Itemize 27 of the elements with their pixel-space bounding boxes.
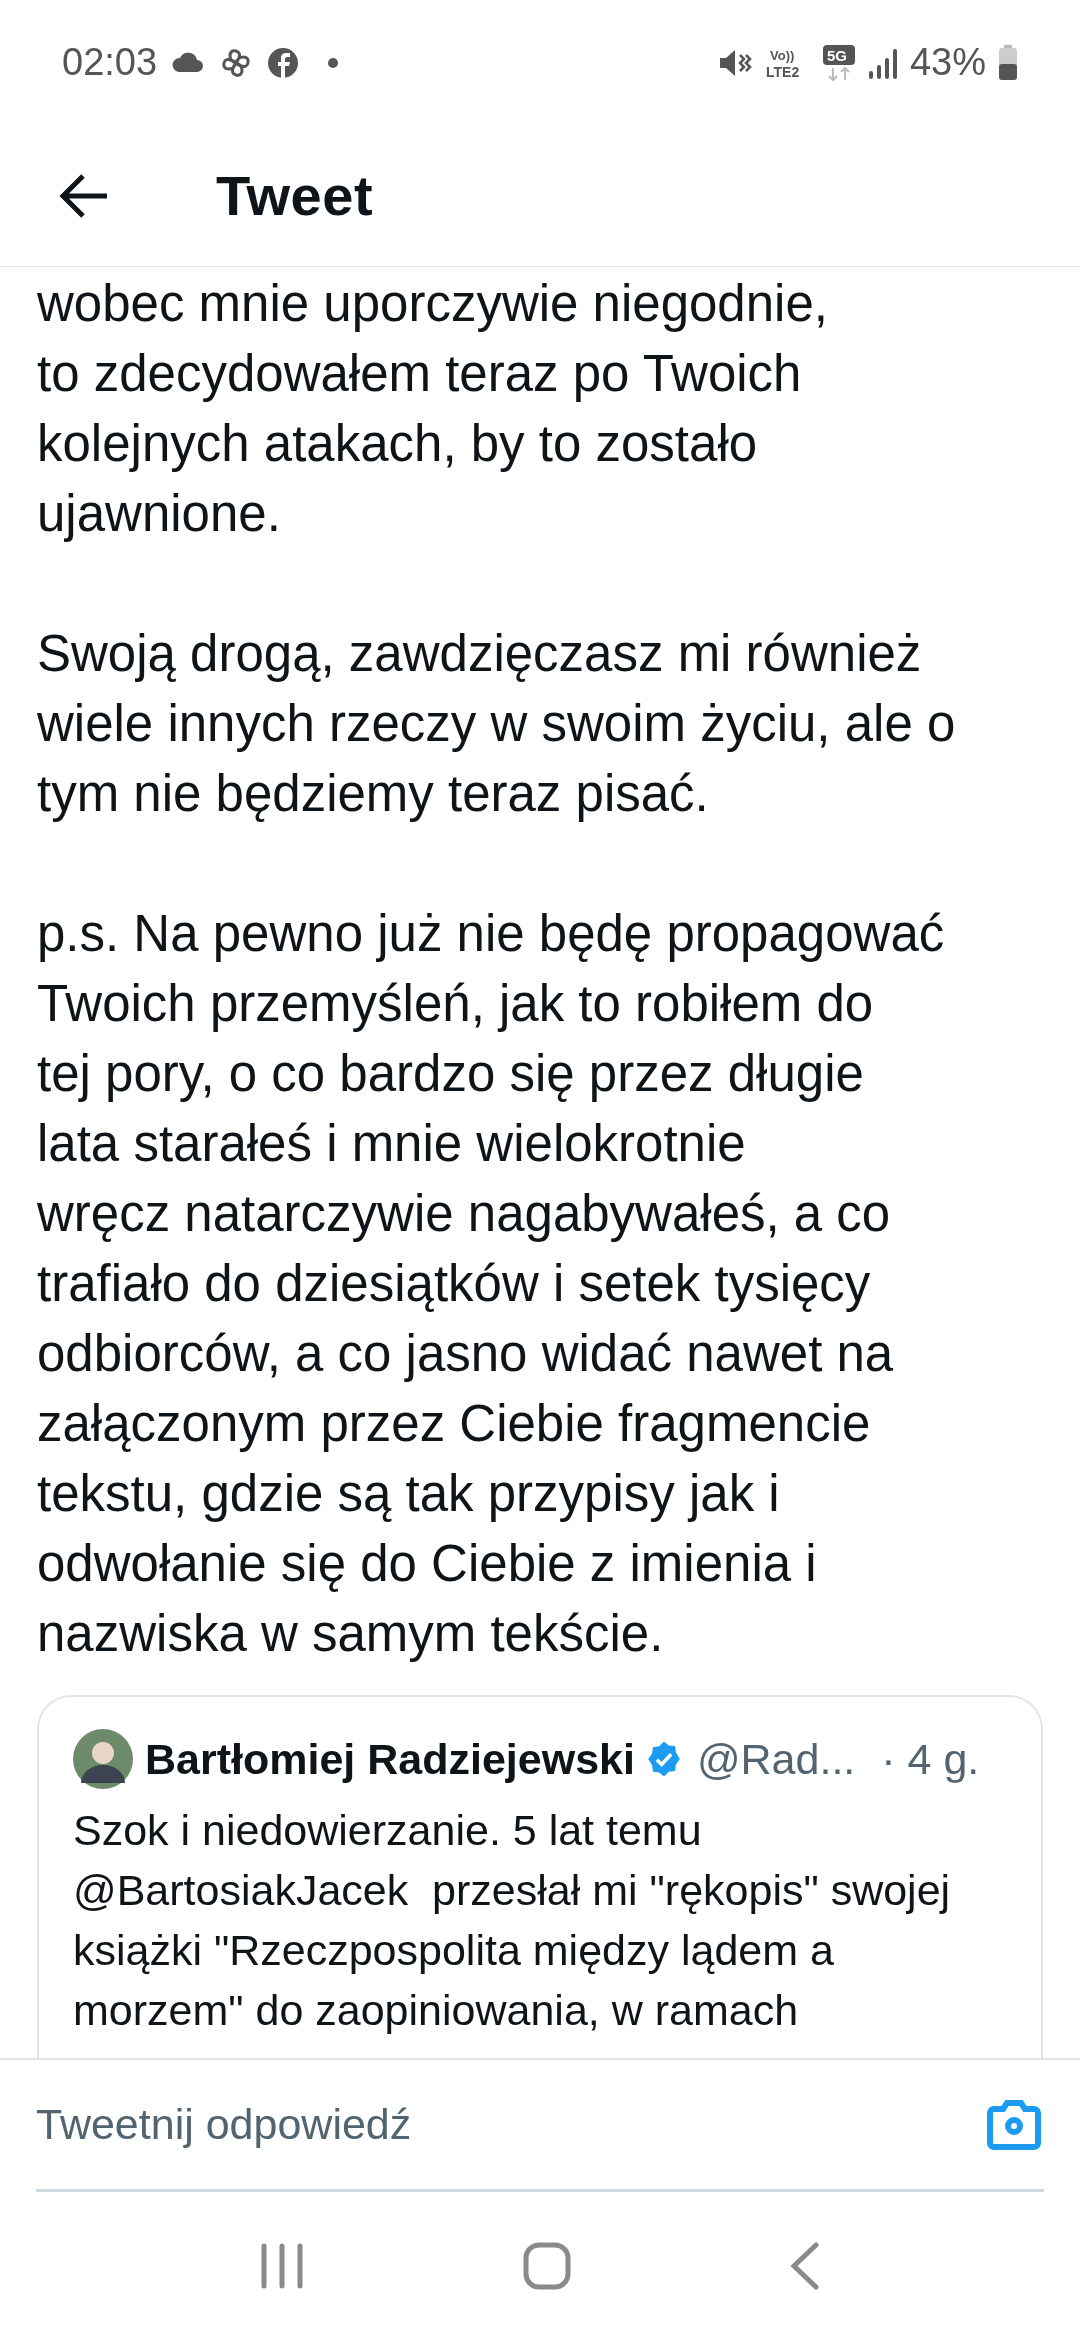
volte-icon: Vo)) LTE2 [765,45,810,80]
battery-icon [998,44,1018,81]
cloud-icon [171,51,206,74]
quoted-author-name: Bartłomiej Radziejewski [145,1734,635,1785]
status-time: 02:03 [62,40,158,85]
tweet-paragraph: Swoją drogą, zawdzięczasz mi również wiele innych rzeczy w swoim życiu, ale o tym nie będziemy teraz pisać. [37,624,956,824]
dot-icon [327,56,340,69]
home-button[interactable] [523,2242,571,2290]
camera-icon [985,2098,1043,2151]
avatar [73,1729,133,1790]
signal-icon [867,46,898,79]
tweet-paragraph: p.s. Na pewno już nie będę propagować Twoich przemyśleń, jak to robiłem do tej pory, o co bardzo się przez długie lata starałeś i mnie wielokrotnie wręcz natarczywie nagabywałeś, a co trafiało do dziesiątków i setek tysięcy odbiorców, a co jasno widać nawet na załączonym przez Ciebie fragmencie tekstu, gdzie są tak przypisy jak i odwołanie się do Ciebie z imienia i nazwiska w samym tekście. [37,904,945,1664]
quoted-tweet-text: Szok i niedowierzanie. 5 lat temu @BartosiakJacek przesłał mi "rękopis" swojej książki "Rzeczpospolita między lądem a morzem" do zaopiniowania, w ramach [73,1804,952,2036]
reply-field[interactable]: Tweetnij odpowiedź [36,2092,984,2157]
recent-apps-icon [259,2243,304,2289]
quoted-handle: @Rad... [696,1734,856,1785]
header-title: Tweet [216,162,374,229]
back-arrow-icon [59,172,109,219]
back-chevron-icon [790,2242,821,2290]
quoted-time: · 4 g. [881,1734,980,1785]
tweet-paragraph: wobec mnie uporczywie niegodnie, to zdecydowałem teraz po Twoich kolejnych atakach, by to zostało ujawnione. [37,274,828,544]
home-icon [523,2242,571,2290]
quoted-tweet-card[interactable]: Bartłomiej Radziejewski @Rad... · 4 g. Szok i niedowierzanie. 5 lat temu @BartosiakJacek przesłał mi "rękopis" swojej książki "Rzeczpospolita między lądem a morzem" do zaopiniowania, w ramach [37,1695,1043,2058]
recent-apps-button[interactable] [259,2243,304,2289]
back-nav-button[interactable] [790,2242,821,2290]
battery-percent: 43% [909,40,986,85]
facebook-icon [267,46,300,79]
